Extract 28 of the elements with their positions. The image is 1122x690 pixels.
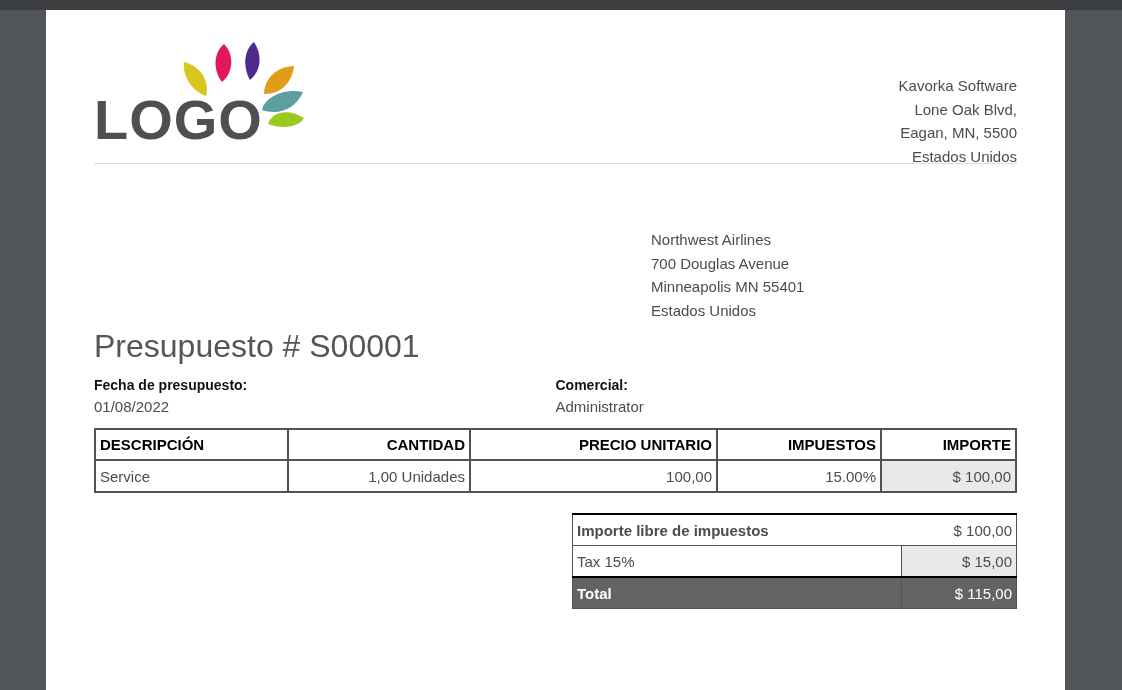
totals-label: Total: [572, 577, 902, 609]
table-cell: 15.00%: [717, 460, 881, 492]
address-line: Lone Oak Blvd,: [913, 99, 1017, 120]
totals-value: $ 15,00: [901, 545, 1017, 577]
address-line: Northwest Airlines: [651, 230, 773, 250]
column-header: PRECIO UNITARIO: [470, 429, 717, 460]
column-header: IMPORTE: [881, 429, 1016, 460]
column-header: CANTIDAD: [288, 429, 470, 460]
column-header: IMPUESTOS: [717, 429, 881, 460]
table-cell: $ 100,00: [881, 460, 1016, 492]
column-header: DESCRIPCIÓN: [95, 429, 288, 460]
address-line: 700 Douglas Avenue: [651, 253, 791, 274]
table-cell: Service: [95, 460, 288, 492]
table-cell: 1,00 Unidades: [288, 460, 470, 492]
info-label: Fecha de presupuesto:: [94, 376, 249, 395]
document-title: Presupuesto # S00001: [94, 327, 421, 366]
info-value: 01/08/2022: [94, 397, 171, 417]
address-line: Estados Unidos: [910, 146, 1017, 167]
table-cell: 100,00: [470, 460, 717, 492]
totals-label: Importe libre de impuestos: [572, 514, 902, 546]
logo-text: LOGO: [94, 90, 263, 150]
info-value: Administrator: [555, 397, 645, 417]
totals-value: $ 115,00: [901, 577, 1017, 609]
info-label: Comercial:: [555, 376, 629, 395]
address-line: Minneapolis MN 55401: [651, 277, 806, 297]
address-line: Estados Unidos: [651, 300, 758, 321]
address-line: Kavorka Software: [898, 76, 1017, 96]
address-line: Eagan, MN, 5500: [899, 123, 1017, 143]
